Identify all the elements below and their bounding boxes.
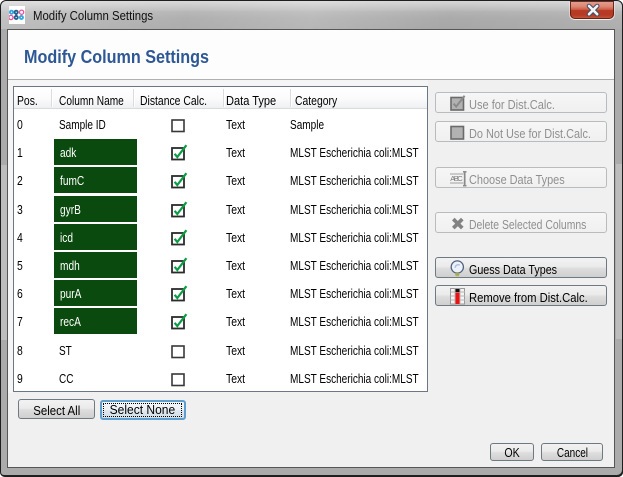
svg-text:ABC: ABC: [450, 174, 463, 183]
